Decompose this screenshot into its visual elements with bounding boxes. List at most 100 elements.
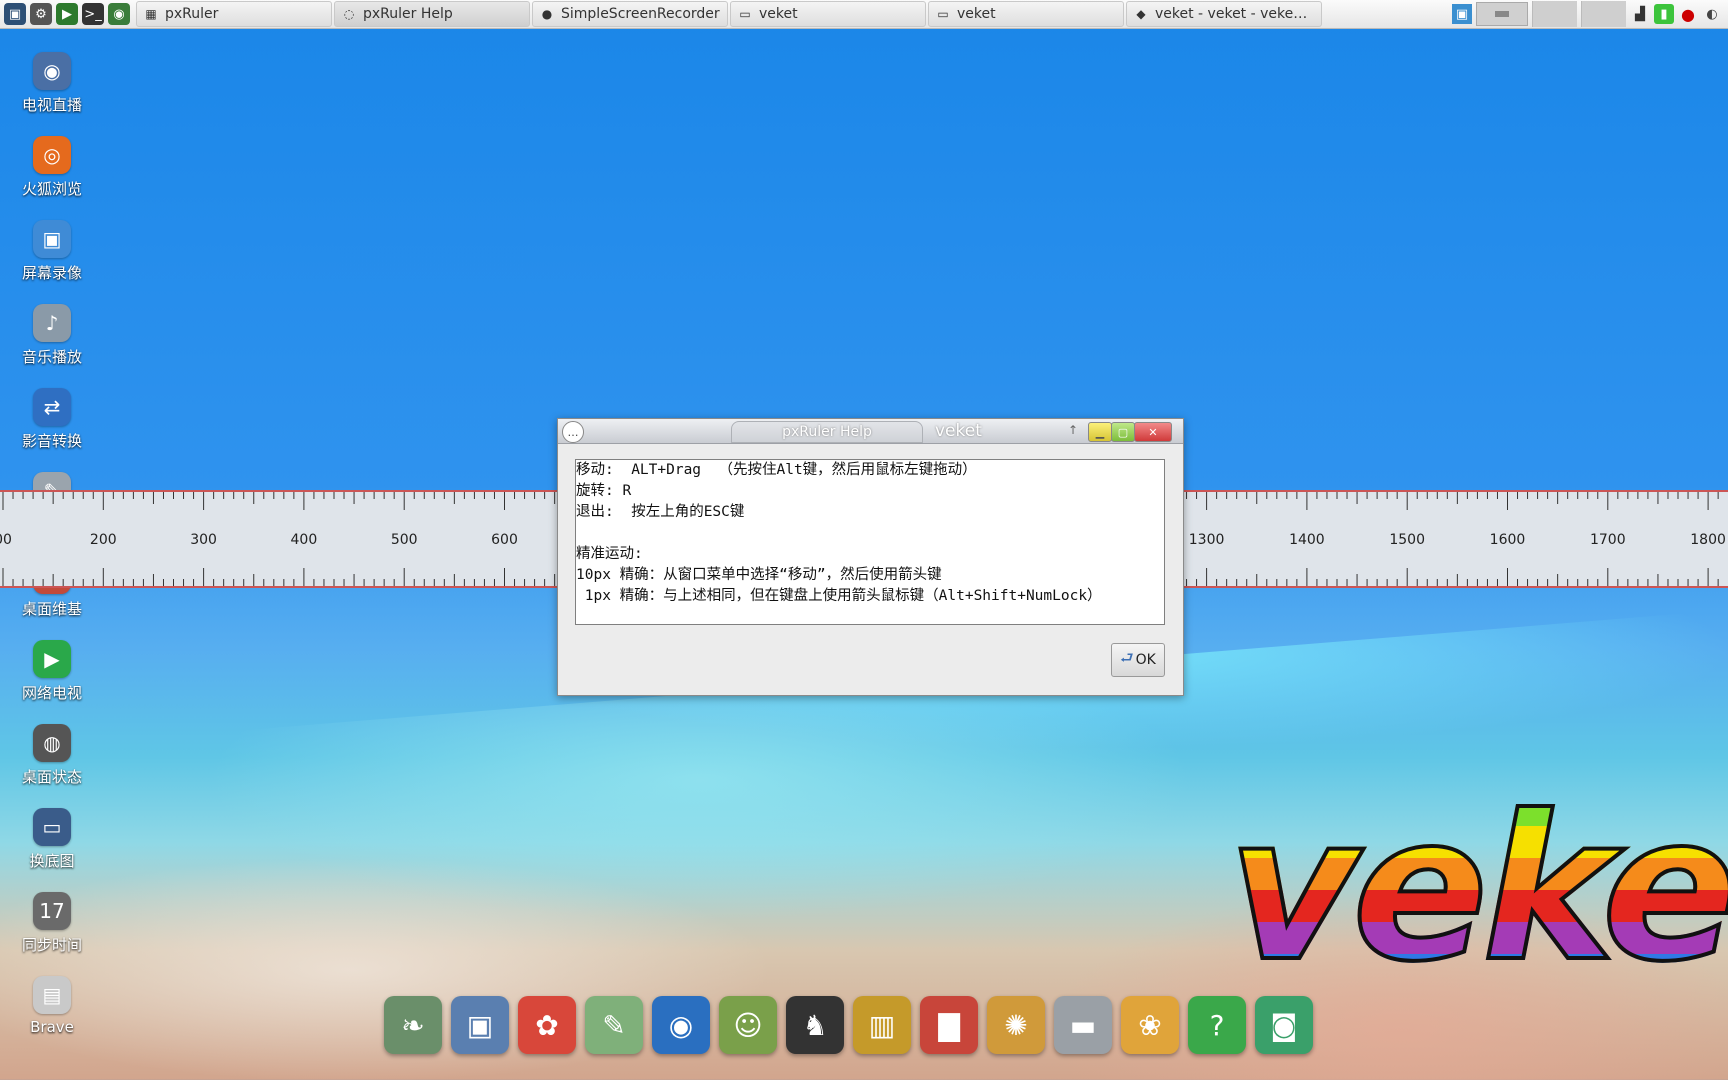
taskbar: ▣ ⚙ ▶ >_ ◉ ▦ pxRuler ◌ pxRuler Help ● SimpleScree… xyxy=(0,0,1728,29)
desktop-icon[interactable]: ◍ 桌面状态 xyxy=(10,724,94,808)
taskbar-button[interactable]: ● SimpleScreenRecorder xyxy=(532,1,728,27)
help-line: 1px 精确：与上述相同，但在键盘上使用箭头鼠标键（Alt+Shift+NumL… xyxy=(576,588,1102,604)
pxruler-help-dialog: … pxRuler Help veket ↑ ▁ ▢ ✕ 移动: ALT+Dra… xyxy=(557,418,1184,696)
app-tray-icon[interactable]: ◐ xyxy=(1702,4,1722,24)
help-line: 精准运动: xyxy=(576,546,643,562)
desktop-icon-label: 火狐浏览 xyxy=(21,180,82,198)
ruler-label: 200 xyxy=(89,532,117,548)
globe-icon[interactable]: ◉ xyxy=(108,3,130,25)
dock: ❧ ▣ ✿ ✎ ◉ ☺ ♞ ▥ ▇ ✺ ▬ ❀? ◙ xyxy=(384,996,1313,1054)
desktop-status-icon: ◍ xyxy=(33,724,71,762)
taskbar-button-label: pxRuler Help xyxy=(363,6,453,22)
ruler-icon: ▦ xyxy=(145,7,157,21)
desktop-icon-label: 桌面维基 xyxy=(21,600,82,618)
help-line: 旋转: R xyxy=(576,483,632,499)
ruler-label: 1300 xyxy=(1188,532,1225,548)
book-icon[interactable]: ▥ xyxy=(853,996,911,1054)
help-line: 退出: 按左上角的ESC键 xyxy=(576,504,745,520)
network-tv-icon: ▶ xyxy=(33,640,71,678)
brave-icon: ▤ xyxy=(33,976,71,1014)
camera-icon[interactable]: ◙ xyxy=(1255,996,1313,1054)
play-icon[interactable]: ▶ xyxy=(56,3,78,25)
desktop-icon-label: 屏幕录像 xyxy=(21,264,82,282)
desktop-icon[interactable]: ♪ 音乐播放 xyxy=(10,304,94,388)
dialog-tab-title[interactable]: pxRuler Help xyxy=(731,421,923,443)
speaker-icon: ♪ xyxy=(33,304,71,342)
help-line: 移动: ALT+Drag （先按住Alt键，然后用鼠标左键拖动） xyxy=(576,462,977,478)
desktop-icon[interactable]: ◉ 电视直播 xyxy=(10,52,94,136)
taskbar-button[interactable]: ▦ pxRuler xyxy=(136,1,332,27)
chart-icon[interactable]: ▇ xyxy=(920,996,978,1054)
terminal-icon[interactable]: >_ xyxy=(82,3,104,25)
desktop-icon-label: 桌面状态 xyxy=(21,768,82,786)
desktop-icon-label: Brave xyxy=(30,1018,74,1036)
help-text-area[interactable]: 移动: ALT+Drag （先按住Alt键，然后用鼠标左键拖动） 旋转: R 退出:… xyxy=(575,459,1165,625)
taskbar-button-label: SimpleScreenRecorder xyxy=(561,6,720,22)
ruler-label: 00 xyxy=(0,532,12,548)
ok-button[interactable]: ⮐ OK xyxy=(1111,643,1165,677)
ruler-label: 500 xyxy=(390,532,418,548)
ruler-label: 1400 xyxy=(1289,532,1325,548)
desktop-icon[interactable]: 17 同步时间 xyxy=(10,892,94,976)
media-convert-icon: ⇄ xyxy=(33,388,71,426)
ruler-label: 600 xyxy=(491,532,518,548)
taskbar-button[interactable]: ◆ veket - veket - veke… xyxy=(1126,1,1322,27)
ruler-label: 1800 xyxy=(1690,532,1726,548)
pet-icon[interactable]: ✿ xyxy=(518,996,576,1054)
taskbar-button-label: veket - veket - veke… xyxy=(1155,6,1308,22)
veket-logo: veke xyxy=(1226,788,1728,992)
enter-icon: ⮐ xyxy=(1120,648,1134,667)
desktop-icon[interactable]: ◎ 火狐浏览 xyxy=(10,136,94,220)
desktop-icon[interactable]: ▶ 网络电视 xyxy=(10,640,94,724)
desktop-icon-label: 影音转换 xyxy=(21,432,82,450)
desktop-icon[interactable]: ▭ 换底图 xyxy=(10,808,94,892)
tray-slot xyxy=(1532,1,1577,27)
chat-icon[interactable]: … xyxy=(562,421,584,443)
tray-slot xyxy=(1581,1,1626,27)
help-icon[interactable]: ? xyxy=(1188,996,1246,1054)
penguin-icon[interactable]: ♞ xyxy=(786,996,844,1054)
file-manager-icon[interactable]: ❧ xyxy=(384,996,442,1054)
paint-icon[interactable]: ✺ xyxy=(987,996,1045,1054)
folder-icon: ▭ xyxy=(739,7,751,21)
media-player-icon[interactable]: ◉ xyxy=(652,996,710,1054)
maximize-button[interactable]: ▢ xyxy=(1111,422,1135,442)
usb-icon[interactable]: ▬ xyxy=(1054,996,1112,1054)
menu-icon[interactable]: ▣ xyxy=(4,3,26,25)
ruler-label: 1700 xyxy=(1589,532,1626,548)
taskbar-button[interactable]: ▭ veket xyxy=(730,1,926,27)
close-button[interactable]: ✕ xyxy=(1134,422,1172,442)
taskbar-button-label: veket xyxy=(957,6,996,22)
network-monitor-icon[interactable]: ▣ xyxy=(1452,4,1472,24)
tv-live-icon: ◉ xyxy=(33,52,71,90)
desktop-icon-label: 网络电视 xyxy=(21,684,82,702)
monitor-icon[interactable]: ▣ xyxy=(451,996,509,1054)
recorder-icon: ● xyxy=(541,7,553,21)
pin-icon[interactable]: ↑ xyxy=(1068,423,1078,437)
dialog-titlebar[interactable]: … pxRuler Help veket ↑ ▁ ▢ ✕ xyxy=(558,419,1183,444)
notepad-icon[interactable]: ✎ xyxy=(585,996,643,1054)
ruler-label: 300 xyxy=(190,532,217,548)
taskbar-button[interactable]: ▭ veket xyxy=(928,1,1124,27)
signal-icon[interactable]: ▟ xyxy=(1630,4,1650,24)
taskbar-button-label: pxRuler xyxy=(165,6,219,22)
users-icon[interactable]: ☺ xyxy=(719,996,777,1054)
desktop-icon[interactable]: ▤ Brave xyxy=(10,976,94,1060)
desktop-icon[interactable]: ▣ 屏幕录像 xyxy=(10,220,94,304)
battery-icon[interactable]: ▮ xyxy=(1654,4,1674,24)
taskbar-button[interactable]: ◌ pxRuler Help xyxy=(334,1,530,27)
ok-label: OK xyxy=(1135,652,1156,668)
photo-icon[interactable]: ❀ xyxy=(1121,996,1179,1054)
window-title: veket xyxy=(935,421,982,441)
desktop-icon-label: 电视直播 xyxy=(21,96,82,114)
volume-slider[interactable] xyxy=(1476,2,1528,26)
record-icon[interactable]: ● xyxy=(1678,4,1698,24)
desktop-icon-label: 换底图 xyxy=(29,852,75,870)
system-tray: ▣ ▟ ▮ ● ◐ xyxy=(1452,0,1728,28)
settings-icon[interactable]: ⚙ xyxy=(30,3,52,25)
desktop-icon-label: 同步时间 xyxy=(21,936,82,954)
desktop-icon[interactable]: ⇄ 影音转换 xyxy=(10,388,94,472)
minimize-button[interactable]: ▁ xyxy=(1088,422,1112,442)
folder-icon: ▭ xyxy=(937,7,949,21)
quick-launch: ▣ ⚙ ▶ >_ ◉ xyxy=(0,3,130,25)
